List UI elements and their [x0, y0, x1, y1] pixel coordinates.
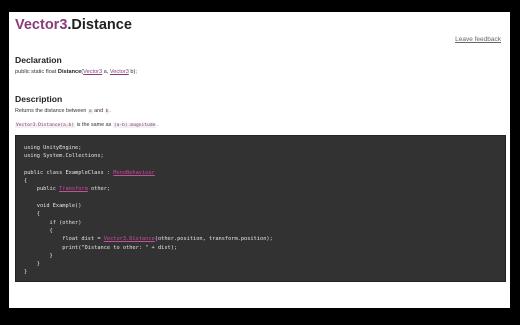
- code-line: {: [24, 227, 53, 234]
- code-line: public class ExampleClass :: [24, 169, 114, 176]
- code-line: (other.position, transform.position);: [154, 236, 273, 243]
- code-line: {: [24, 211, 40, 218]
- vector3-distance-link[interactable]: Vector3.Distance: [104, 236, 155, 242]
- code-text: using UnityEngine; using System.Collecti…: [24, 144, 273, 277]
- code-line: {: [24, 178, 28, 185]
- code-example-block: using UnityEngine; using System.Collecti…: [15, 135, 506, 282]
- method-signature: public static float Distance(Vector3 a, …: [15, 69, 137, 75]
- equivalence-same-as: is the same as: [75, 122, 113, 128]
- code-line: other;: [87, 186, 111, 193]
- equivalence-text: Vector3.Distance(a,b) is the same as (a-…: [15, 122, 158, 128]
- description-text-before: Returns the distance between: [15, 108, 88, 114]
- signature-method-name: Distance: [57, 69, 82, 75]
- title-member-name: .Distance: [67, 17, 132, 33]
- equivalence-after: .: [156, 122, 158, 128]
- description-text: Returns the distance between a and b.: [15, 108, 111, 114]
- code-line: }: [24, 261, 40, 268]
- code-line: float dist =: [24, 236, 104, 243]
- description-heading: Description: [15, 94, 63, 104]
- code-line: using System.Collections;: [24, 153, 104, 160]
- code-line: print("Distance to other: " + dist);: [24, 244, 178, 251]
- code-line: public: [24, 186, 60, 193]
- transform-link[interactable]: Transform: [59, 186, 88, 192]
- description-text-after: .: [109, 108, 111, 114]
- title-class-name: Vector3: [15, 17, 68, 33]
- monobehaviour-link[interactable]: MonoBehaviour: [113, 170, 154, 176]
- signature-param-b: b);: [128, 69, 137, 75]
- vector3-type-link-b[interactable]: Vector3: [110, 69, 129, 75]
- code-line: void Example(): [24, 203, 82, 210]
- vector3-type-link-a[interactable]: Vector3: [83, 69, 102, 75]
- declaration-heading: Declaration: [15, 55, 62, 65]
- signature-prefix: public static float: [15, 69, 58, 75]
- page-title: Vector3.Distance: [15, 17, 132, 33]
- code-line: if (other): [24, 219, 82, 226]
- doc-page: Vector3.Distance Leave feedback Declarat…: [9, 12, 510, 308]
- code-line: using UnityEngine;: [24, 145, 82, 151]
- code-line: }: [24, 269, 28, 276]
- leave-feedback-link[interactable]: Leave feedback: [455, 36, 501, 43]
- inline-code-distance-expr: Vector3.Distance(a,b): [15, 123, 76, 128]
- signature-param-a: a,: [102, 69, 110, 75]
- code-line: }: [24, 252, 53, 259]
- description-text-and: and: [92, 108, 105, 114]
- inline-code-magnitude-expr: (a-b).magnitude: [112, 123, 157, 128]
